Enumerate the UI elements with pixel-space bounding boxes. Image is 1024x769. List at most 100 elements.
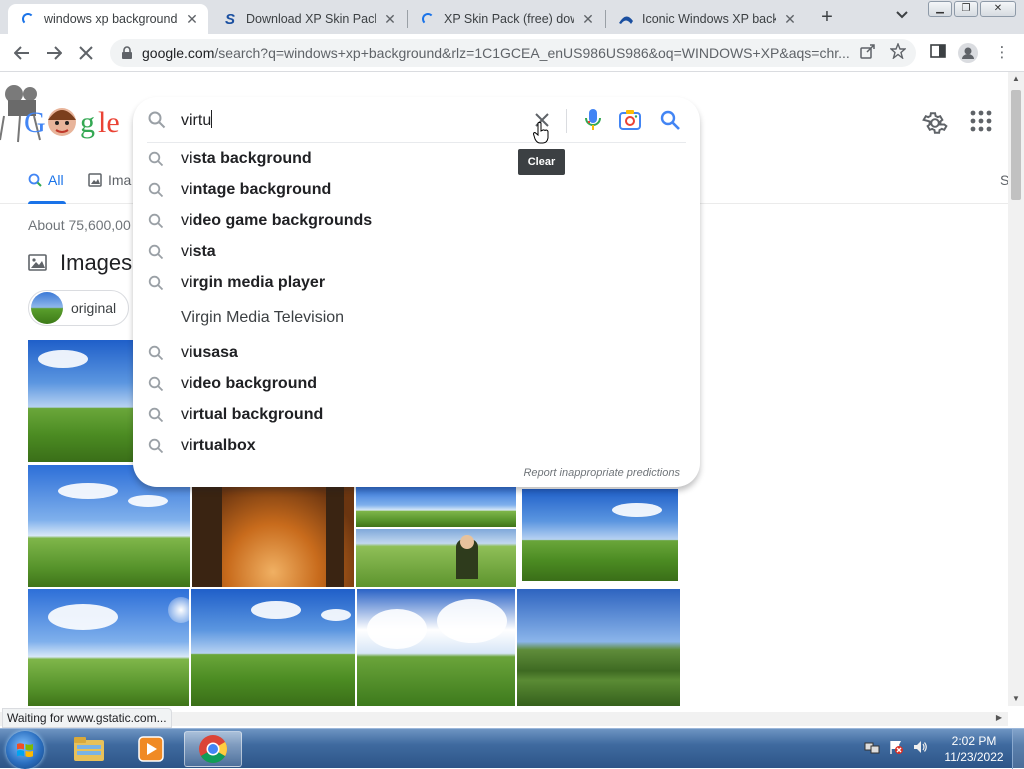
images-heading-text: Images [60,250,133,275]
close-window-button[interactable]: ✕ [980,1,1016,17]
back-button[interactable] [10,41,34,65]
tab-more-s[interactable]: S [1000,172,1008,188]
suggestion-text: virtual background [181,406,323,424]
tab-iconic-windows-xp[interactable]: Iconic Windows XP backg ✕ [606,4,806,34]
suggestion-prefix: vi [181,211,193,229]
image-result[interactable] [191,589,355,706]
scroll-thumb[interactable] [1011,90,1021,200]
suggestion-item[interactable]: virgin media player [133,267,700,298]
image-result[interactable] [356,529,516,587]
suggestion-prefix: vi [181,374,193,392]
maximize-button[interactable]: ❐ [954,1,978,17]
filter-chip-original[interactable]: original [28,290,130,326]
suggestion-item[interactable]: vista background [133,143,700,174]
suggestion-completion: sta [192,242,216,260]
tab-close-icon[interactable]: ✕ [184,11,200,28]
tab-close-icon[interactable]: ✕ [382,11,398,28]
forward-button[interactable] [42,41,66,65]
volume-icon[interactable] [912,739,928,755]
google-doodle-logo[interactable]: G g le [0,80,120,144]
suggestion-item[interactable]: virtual background [133,399,700,430]
suggestion-completion: usasa [192,343,238,361]
status-bubble: Waiting for www.gstatic.com... [2,708,172,728]
scroll-up-arrow-icon[interactable]: ▲ [1011,74,1021,83]
suggestion-item[interactable]: video game backgrounds [133,205,700,236]
image-result[interactable] [28,340,142,462]
address-bar[interactable]: google.com/search?q=windows+xp+backgroun… [110,39,916,67]
suggestion-item[interactable]: virtualbox [133,430,700,461]
side-panel-icon[interactable] [928,43,948,63]
search-submit-icon[interactable] [659,109,681,131]
tab-xp-skin-pack-free[interactable]: XP Skin Pack (free) downl ✕ [408,4,604,34]
search-autocomplete: virtu vista background vintage background… [133,97,700,487]
tab-title: Iconic Windows XP backg [642,12,776,26]
minimize-button[interactable]: ▁ [928,1,952,17]
google-apps-grid-icon[interactable] [970,110,992,132]
search-input[interactable]: virtu [181,110,213,130]
settings-gear-icon[interactable] [922,110,948,136]
search-query-text: virtu [181,112,212,129]
tab-download-xp-skin-pack[interactable]: S Download XP Skin Pack 1 ✕ [210,4,406,34]
new-tab-button[interactable]: + [815,6,839,30]
tab-strip: windows xp background ✕ S Download XP Sk… [0,0,1024,34]
profile-avatar-icon[interactable] [958,43,978,63]
tab-search-chevron-icon[interactable] [896,8,908,22]
tab-close-icon[interactable]: ✕ [782,11,798,28]
suggestion-prefix: vi [181,149,193,167]
taskbar-chrome[interactable] [184,731,242,767]
suggestion-text: viusasa [181,344,238,362]
camera-lens-icon[interactable] [618,108,642,132]
menu-kebab-icon[interactable]: ⋮ [992,43,1012,63]
url-host: google.com [142,45,215,61]
image-result[interactable] [356,487,516,527]
suggestion-item[interactable]: vintage background [133,174,700,205]
suggestion-entity[interactable]: Virgin Media Television [133,298,700,337]
system-tray [864,739,928,755]
suggestion-completion: deo background [192,374,318,392]
media-player-icon [138,736,164,762]
image-result[interactable] [192,487,354,587]
tab-title: Download XP Skin Pack 1 [246,12,376,26]
search-results-page: G g le All Ima S About 75,600,00 Images … [0,72,1008,706]
loading-spinner-icon [420,11,436,27]
suggestion-item[interactable]: viusasa [133,337,700,368]
tab-images[interactable]: Ima [88,172,131,188]
suggestion-prefix: vi [181,273,193,291]
image-result[interactable] [357,589,515,706]
tab-all[interactable]: All [28,172,64,188]
taskbar-explorer[interactable] [60,731,118,767]
suggestion-text: virtualbox [181,437,256,455]
image-result[interactable] [520,487,680,583]
scroll-down-arrow-icon[interactable]: ▼ [1011,694,1021,703]
vertical-scrollbar[interactable]: ▲ ▼ [1008,72,1024,706]
suggestion-item[interactable]: video background [133,368,700,399]
show-desktop-button[interactable] [1012,729,1024,769]
image-result[interactable] [517,589,680,706]
taskbar-clock[interactable]: 2:02 PM 11/23/2022 [940,733,1008,765]
clock-date: 11/23/2022 [944,750,1004,764]
images-section-heading: Images [28,250,132,276]
suggestion-item[interactable]: vista [133,236,700,267]
scroll-right-arrow-icon[interactable]: ▶ [994,713,1004,722]
network-icon[interactable] [864,739,880,755]
tab-title: windows xp background [44,12,178,26]
suggestion-text: video game backgrounds [181,212,372,230]
microphone-icon[interactable] [581,107,605,133]
action-center-flag-icon[interactable] [888,739,904,755]
suggestion-prefix: vi [181,405,193,423]
suggestion-text: vista [181,243,216,261]
share-icon[interactable] [858,43,878,63]
suggestion-text: Virgin Media Television [181,309,344,327]
taskbar-media-player[interactable] [122,731,180,767]
image-result[interactable] [28,589,189,706]
clear-tooltip: Clear [518,149,565,175]
tab-close-icon[interactable]: ✕ [580,11,596,28]
bookmark-star-icon[interactable] [888,42,908,63]
clock-time: 2:02 PM [951,734,997,748]
stop-button[interactable] [74,41,98,65]
start-button[interactable] [6,731,44,769]
chip-thumbnail [31,292,63,324]
report-predictions-link[interactable]: Report inappropriate predictions [523,467,680,479]
tab-windows-xp-background[interactable]: windows xp background ✕ [8,4,208,34]
windows-logo-icon [17,743,33,758]
